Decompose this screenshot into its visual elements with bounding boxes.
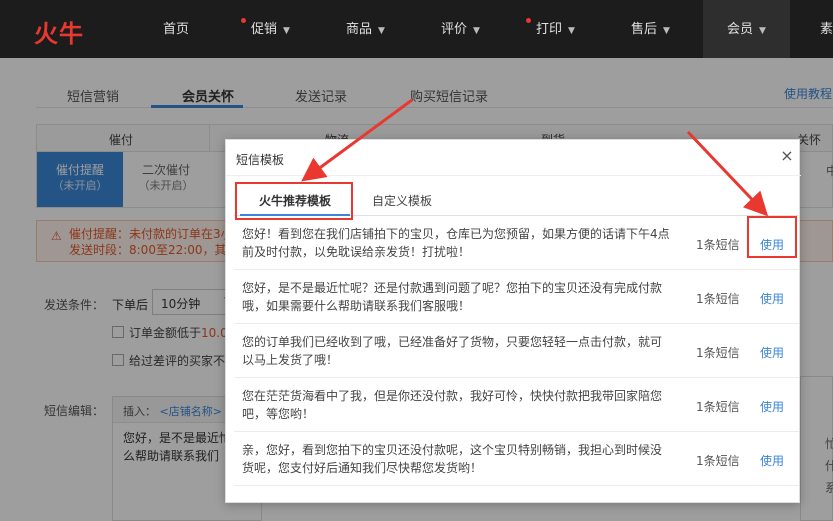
close-icon[interactable]: × [779, 146, 795, 166]
sms-template-modal: 短信模板 × 火牛推荐模板 自定义模板 您好！看到您在我们店铺拍下的宝贝，仓库已… [225, 139, 801, 503]
template-sms-count: 1条短信 [696, 292, 740, 306]
template-row: 您在茫茫货海看中了我，但是你还没付款，我好可怜，快快付款把我带回家陪您吧，等您哟… [234, 378, 799, 432]
nav-item-print[interactable]: 打印 ▼ [526, 0, 575, 58]
new-dot-icon [241, 18, 246, 23]
nav-label: 售后 [631, 22, 658, 37]
nav-label: 促销 [251, 22, 278, 37]
template-text: 您在茫茫货海看中了我，但是你还没付款，我好可怜，快快付款把我带回家陪您吧，等您哟… [242, 389, 663, 421]
nav-item-goods[interactable]: 商品 ▼ [346, 0, 385, 58]
nav-label: 会员 [727, 22, 754, 37]
template-sms-count: 1条短信 [696, 238, 740, 252]
template-row: 您好，是不是最近忙呢？还是付款遇到问题了呢？您拍下的宝贝还没有完成付款哦，如果需… [234, 270, 799, 324]
chevron-down-icon: ▼ [378, 26, 385, 36]
modal-title: 短信模板 [236, 153, 285, 167]
nav-label: 商品 [346, 22, 373, 37]
use-template-button[interactable]: 使用 [760, 290, 784, 307]
chevron-down-icon: ▼ [568, 26, 575, 36]
chevron-down-icon: ▼ [663, 26, 670, 36]
template-text: 您的订单我们已经收到了哦，已经准备好了货物，只要您轻轻一点击付款，就可以马上发货… [242, 335, 663, 367]
new-dot-icon [526, 18, 531, 23]
tab-custom-templates[interactable]: 自定义模板 [372, 192, 432, 209]
chevron-down-icon: ▼ [759, 26, 766, 36]
use-template-button[interactable]: 使用 [760, 452, 784, 469]
chevron-down-icon: ▼ [473, 26, 480, 36]
template-text: 亲，您好，看到您拍下的宝贝还没付款呢，这个宝贝特别畅销，我担心到时候没货呢，您支… [242, 443, 663, 475]
nav-item-review[interactable]: 评价 ▼ [441, 0, 480, 58]
template-text: 您好，是不是最近忙呢？还是付款遇到问题了呢？您拍下的宝贝还没有完成付款哦，如果需… [242, 281, 663, 313]
nav-item-promotion[interactable]: 促销 ▼ [241, 0, 290, 58]
nav-item-member[interactable]: 会员 ▼ [703, 0, 790, 58]
nav-item-home[interactable]: 首页 [163, 0, 189, 58]
template-row: 您的订单我们已经收到了哦，已经准备好了货物，只要您轻轻一点击付款，就可以马上发货… [234, 324, 799, 378]
template-sms-count: 1条短信 [696, 454, 740, 468]
nav-label: 评价 [441, 22, 468, 37]
template-sms-count: 1条短信 [696, 346, 740, 360]
divider [226, 175, 801, 176]
brand-logo[interactable]: 火牛 [34, 14, 84, 49]
nav-item-material[interactable]: 素 [820, 0, 833, 58]
highlight-box [235, 182, 353, 220]
template-row: 亲，您好，看到您拍下的宝贝还没付款呢，这个宝贝特别畅销，我担心到时候没货呢，您支… [234, 432, 799, 486]
nav-item-aftersale[interactable]: 售后 ▼ [631, 0, 670, 58]
use-template-button[interactable]: 使用 [760, 344, 784, 361]
template-text: 您好！看到您在我们店铺拍下的宝贝，仓库已为您预留，如果方便的话请下午4点前及时付… [242, 227, 670, 259]
top-nav: 火牛 首页 促销 ▼ 商品 ▼ 评价 ▼ 打印 ▼ 售后 ▼ 会员 ▼ 素 [0, 0, 833, 58]
template-row: 您好！看到您在我们店铺拍下的宝贝，仓库已为您预留，如果方便的话请下午4点前及时付… [234, 216, 799, 270]
nav-label: 首页 [163, 22, 190, 37]
use-template-button[interactable]: 使用 [760, 398, 784, 415]
template-sms-count: 1条短信 [696, 400, 740, 414]
chevron-down-icon: ▼ [283, 26, 290, 36]
nav-label: 打印 [536, 22, 563, 37]
highlight-box [747, 216, 797, 258]
nav-label: 素 [820, 22, 833, 37]
